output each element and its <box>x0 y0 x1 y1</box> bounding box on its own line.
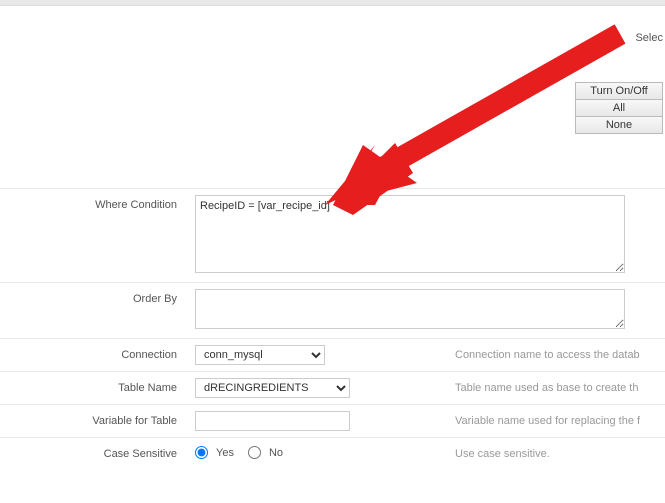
table-name-hint: Table name used as base to create th <box>435 378 665 394</box>
case-yes-label: Yes <box>216 447 234 459</box>
connection-label: Connection <box>0 345 195 361</box>
toggle-button-stack: Turn On/Off All None <box>575 82 663 133</box>
variable-table-hint: Variable name used for replacing the f <box>435 411 665 427</box>
order-by-input[interactable] <box>195 289 625 329</box>
where-condition-input[interactable]: RecipeID = [var_recipe_id] <box>195 195 625 273</box>
table-name-label: Table Name <box>0 378 195 394</box>
all-button[interactable]: All <box>575 99 663 117</box>
turn-onoff-button[interactable]: Turn On/Off <box>575 82 663 100</box>
connection-select[interactable]: conn_mysql <box>195 345 325 365</box>
none-button[interactable]: None <box>575 116 663 134</box>
case-yes-radio[interactable] <box>195 446 208 459</box>
connection-hint: Connection name to access the datab <box>435 345 665 361</box>
case-sensitive-label: Case Sensitive <box>0 444 195 460</box>
case-no-radio[interactable] <box>248 446 261 459</box>
select-label: Selec <box>635 32 663 44</box>
case-sensitive-hint: Use case sensitive. <box>435 444 665 460</box>
variable-table-label: Variable for Table <box>0 411 195 427</box>
where-condition-label: Where Condition <box>0 195 195 211</box>
order-by-label: Order By <box>0 289 195 305</box>
case-no-label: No <box>269 447 283 459</box>
variable-table-input[interactable] <box>195 411 350 431</box>
table-name-select[interactable]: dRECINGREDIENTS <box>195 378 350 398</box>
